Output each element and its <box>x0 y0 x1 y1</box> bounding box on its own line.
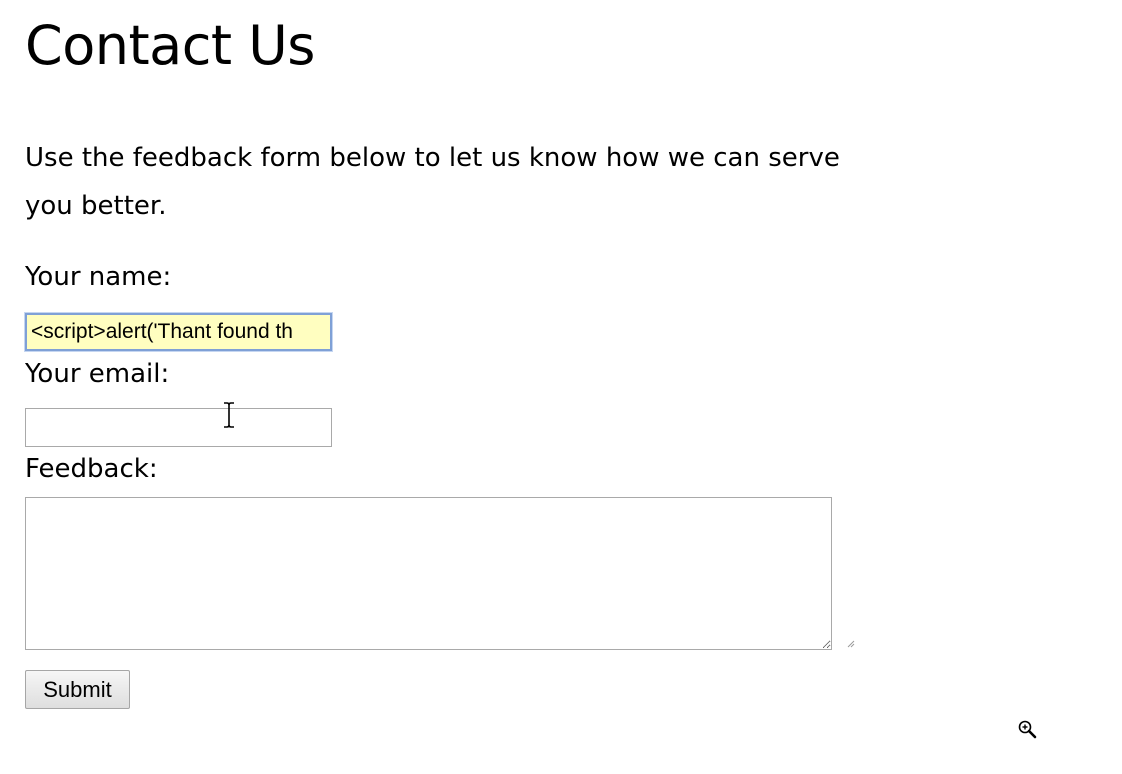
submit-button[interactable]: Submit <box>25 670 130 709</box>
feedback-label: Feedback: <box>25 454 158 484</box>
name-label: Your name: <box>25 262 172 292</box>
email-input[interactable] <box>25 408 332 447</box>
intro-text: Use the feedback form below to let us kn… <box>25 143 840 221</box>
page-title: Contact Us <box>25 14 315 77</box>
name-input[interactable] <box>25 313 332 351</box>
zoom-in-icon[interactable] <box>1017 719 1037 739</box>
feedback-textarea[interactable] <box>25 497 832 650</box>
email-label: Your email: <box>25 359 170 389</box>
resize-grip-icon[interactable] <box>845 638 855 648</box>
